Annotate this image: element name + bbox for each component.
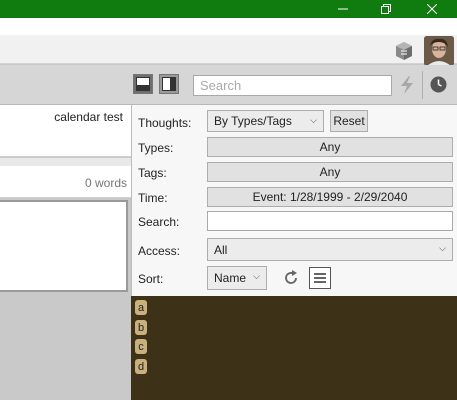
user-avatar[interactable] xyxy=(424,36,454,66)
filter-search-input[interactable] xyxy=(207,211,453,231)
panel-gap xyxy=(0,158,131,166)
access-value: All xyxy=(214,243,228,257)
sort-value: Name xyxy=(214,271,247,285)
time-range-picker[interactable]: Event: 1/28/1999 - 2/29/2040 xyxy=(207,187,453,207)
access-label: Access: xyxy=(138,244,181,258)
search-label: Search: xyxy=(138,215,180,229)
sort-label: Sort: xyxy=(138,272,164,286)
thoughts-value: By Types/Tags xyxy=(214,114,292,128)
close-icon xyxy=(427,4,437,14)
types-label: Types: xyxy=(138,141,174,155)
word-count: 0 words xyxy=(84,176,127,190)
close-button[interactable] xyxy=(414,0,450,18)
minimize-button[interactable] xyxy=(325,0,361,18)
thoughts-label: Thoughts: xyxy=(138,116,192,130)
sort-dropdown[interactable]: Name ⌵ xyxy=(207,266,267,290)
single-pane-icon xyxy=(136,77,150,91)
header-bar xyxy=(0,35,457,64)
lightning-icon[interactable] xyxy=(398,75,416,95)
chevron-down-icon: ⌵ xyxy=(439,243,446,253)
restore-button[interactable] xyxy=(368,0,404,18)
thought-title: calendar test xyxy=(54,110,123,124)
clock-icon[interactable] xyxy=(430,76,447,93)
split-pane-toggle[interactable] xyxy=(159,74,179,94)
tag-list-panel: a b c d xyxy=(131,296,457,400)
single-pane-toggle[interactable] xyxy=(133,74,153,94)
time-value: Event: 1/28/1999 - 2/29/2040 xyxy=(252,190,408,204)
tag-chip[interactable]: c xyxy=(135,339,147,354)
chevron-down-icon: ⌵ xyxy=(310,115,317,125)
reset-button[interactable]: Reset xyxy=(330,110,368,132)
title-bar xyxy=(0,0,457,18)
split-pane-icon xyxy=(162,77,176,91)
tags-picker[interactable]: Any xyxy=(207,162,453,182)
types-picker[interactable]: Any xyxy=(207,137,453,157)
time-label: Time: xyxy=(138,191,168,205)
tag-chip[interactable]: b xyxy=(135,320,147,335)
word-count-bar: 0 words xyxy=(0,166,131,198)
top-strip xyxy=(0,18,457,35)
notes-editor[interactable] xyxy=(0,200,128,292)
cube-icon[interactable] xyxy=(393,40,415,62)
thought-panel: calendar test 0 words xyxy=(0,105,131,400)
list-view-button[interactable] xyxy=(309,267,331,289)
list-icon xyxy=(314,273,326,283)
toolbar-divider xyxy=(422,71,423,99)
refresh-icon xyxy=(285,270,297,284)
thought-header: calendar test xyxy=(0,105,131,157)
thoughts-dropdown[interactable]: By Types/Tags ⌵ xyxy=(207,110,324,132)
access-dropdown[interactable]: All ⌵ xyxy=(207,238,453,261)
tags-label: Tags: xyxy=(138,166,167,180)
reset-label: Reset xyxy=(333,114,365,128)
minimize-icon xyxy=(338,8,348,10)
tag-chip[interactable]: a xyxy=(135,300,147,315)
filter-panel: Thoughts: By Types/Tags ⌵ Reset Types: A… xyxy=(131,105,457,296)
restore-icon xyxy=(381,4,391,14)
tag-chip[interactable]: d xyxy=(135,359,147,374)
refresh-button[interactable] xyxy=(280,267,302,289)
search-input[interactable]: Search xyxy=(193,75,392,96)
types-value: Any xyxy=(319,140,341,154)
tags-value: Any xyxy=(319,165,341,179)
chevron-down-icon: ⌵ xyxy=(253,271,260,281)
